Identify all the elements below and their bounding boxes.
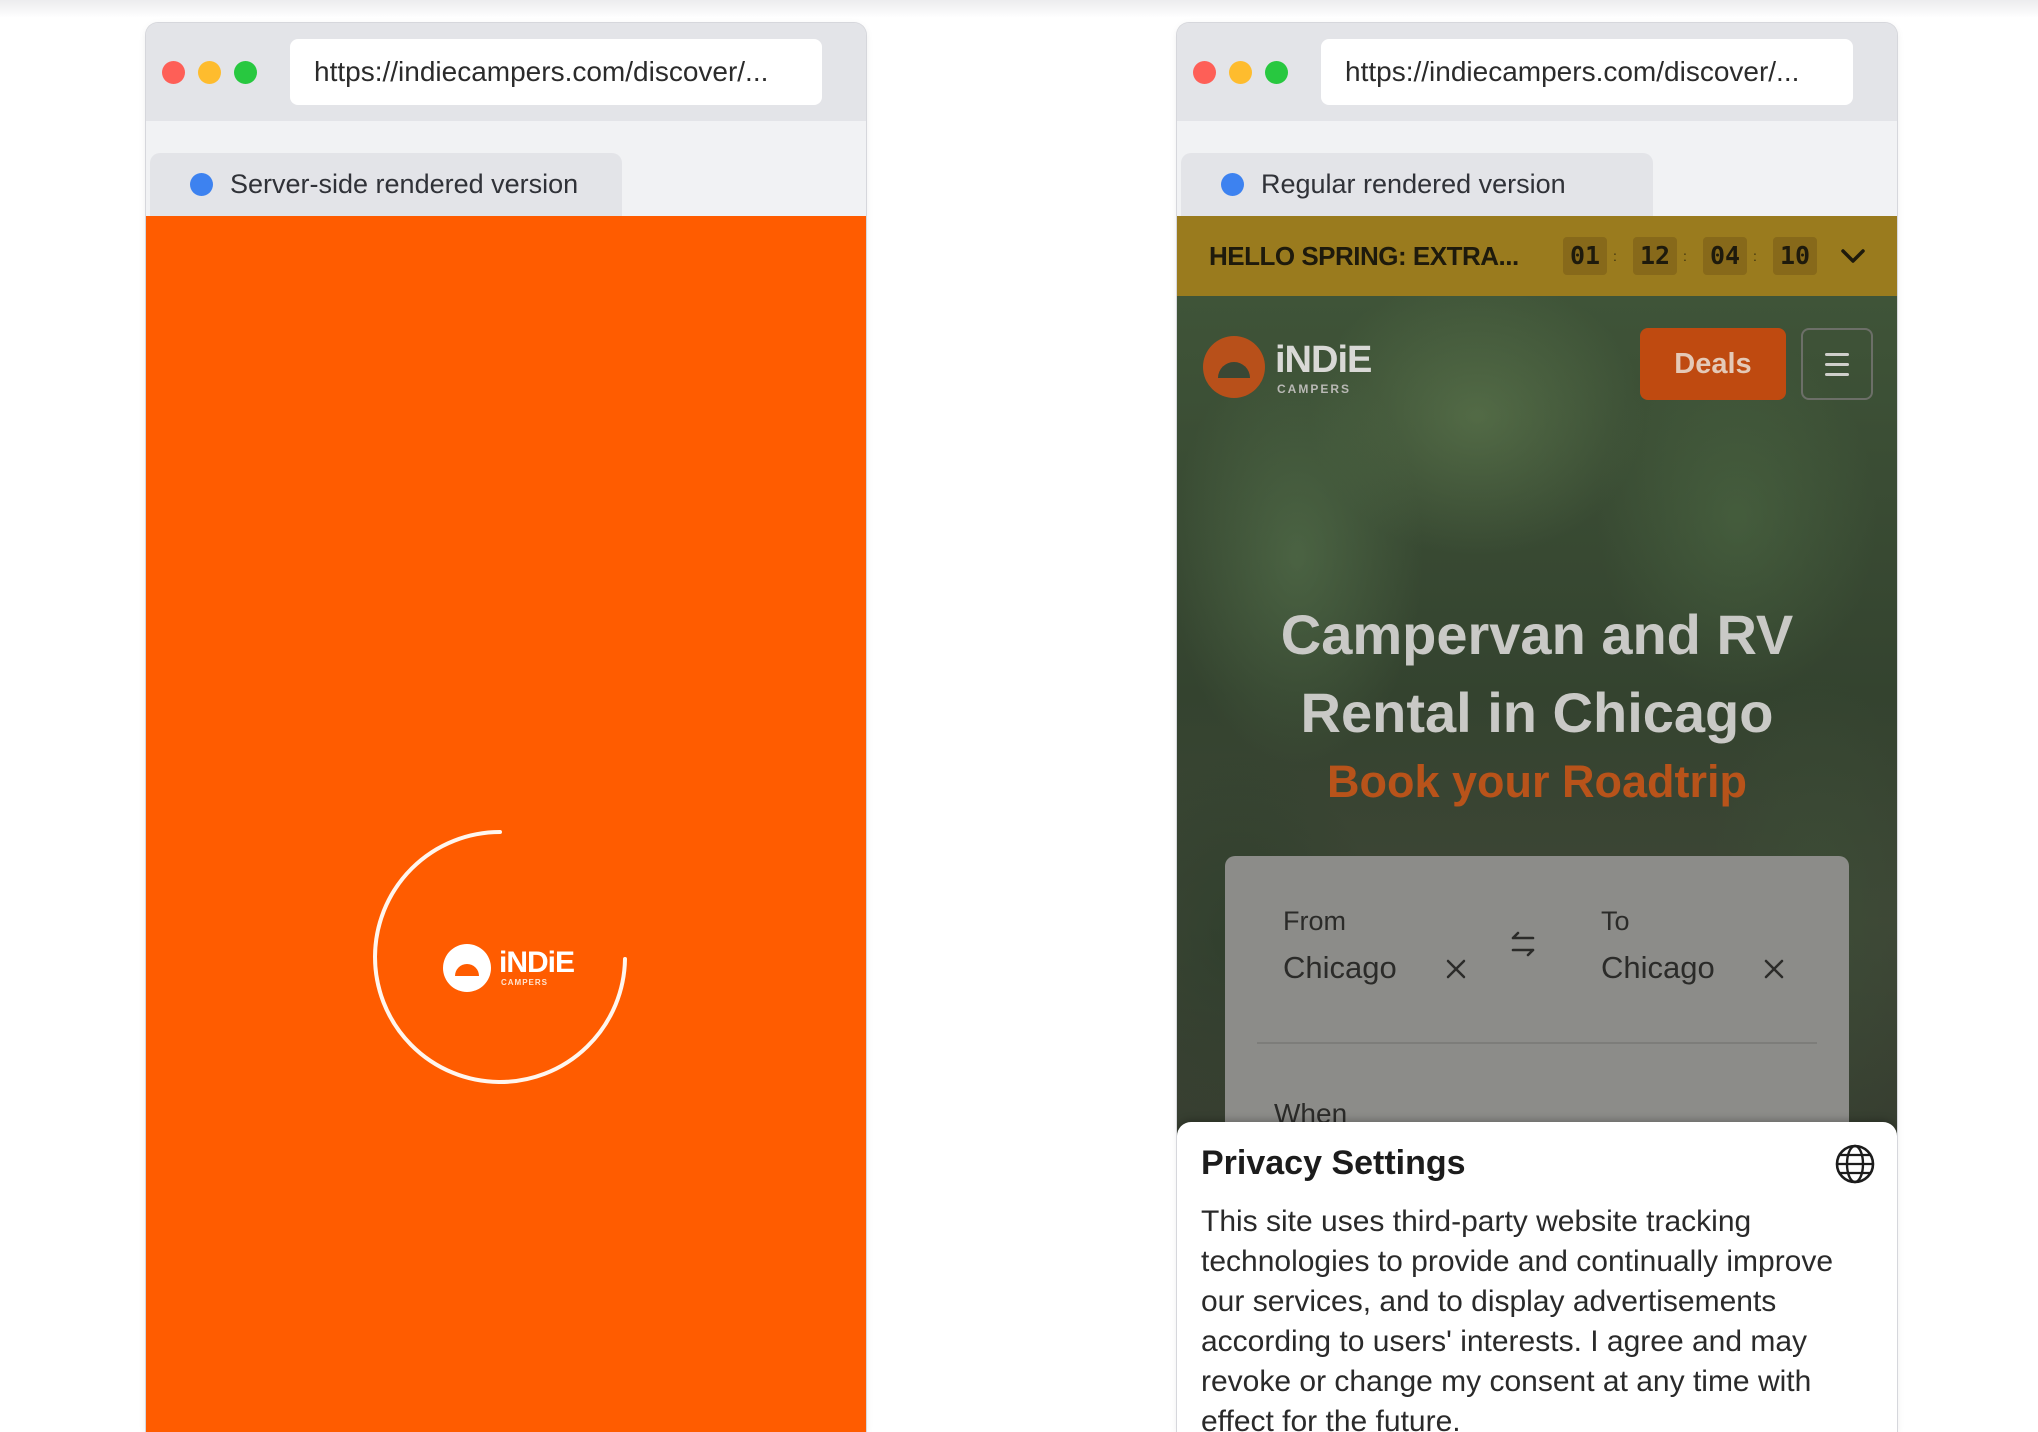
hero-title-line-1: Campervan and RV <box>1280 603 1794 666</box>
address-bar[interactable]: https://indiecampers.com/discover/... <box>290 39 822 105</box>
indie-logo-mark-icon <box>443 944 491 992</box>
page-viewport-ssr: iNDiE CAMPERS <box>146 216 866 1432</box>
clear-from-icon[interactable] <box>1443 956 1469 982</box>
hero-subtitle: Book your Roadtrip <box>1326 756 1747 807</box>
to-label: To <box>1601 906 1630 936</box>
promo-banner[interactable]: HELLO SPRING: EXTRA... 01 : 12 : 04 : 10 <box>1177 216 1897 296</box>
tab-label: Regular rendered version <box>1261 169 1566 199</box>
from-label: From <box>1283 906 1346 936</box>
from-input[interactable]: Chicago <box>1283 950 1397 986</box>
tab-ssr[interactable]: Server-side rendered version <box>150 153 622 216</box>
window-close-button[interactable] <box>162 61 185 84</box>
indie-logo-mark-icon <box>1203 336 1265 398</box>
search-divider <box>1257 1042 1817 1044</box>
timer-seconds: 10 <box>1773 237 1817 275</box>
privacy-title: Privacy Settings <box>1201 1144 1466 1182</box>
window-close-button[interactable] <box>1193 61 1216 84</box>
timer-separator: : <box>1613 248 1617 264</box>
promo-text: HELLO SPRING: EXTRA... <box>1209 241 1519 271</box>
window-maximize-button[interactable] <box>1265 61 1288 84</box>
tab-dot-icon <box>1221 173 1244 196</box>
tab-label: Server-side rendered version <box>230 169 579 199</box>
indie-logo-text: iNDiE <box>499 946 575 979</box>
tab-dot-icon <box>190 173 213 196</box>
privacy-body-text: This site uses third-party website track… <box>1201 1205 1834 1432</box>
deals-button[interactable]: Deals <box>1640 328 1786 400</box>
clear-to-icon[interactable] <box>1761 956 1787 982</box>
page-top-shade <box>0 0 2038 18</box>
menu-button[interactable] <box>1801 328 1873 400</box>
tab-strip: Server-side rendered version <box>146 121 866 216</box>
timer-hours: 12 <box>1633 237 1677 275</box>
window-minimize-button[interactable] <box>1229 61 1252 84</box>
tab-strip: Regular rendered version <box>1177 121 1897 216</box>
tab-regular[interactable]: Regular rendered version <box>1181 153 1653 216</box>
to-input[interactable]: Chicago <box>1601 950 1715 986</box>
browser-toolbar: https://indiecampers.com/discover/... <box>146 23 866 121</box>
globe-icon[interactable] <box>1833 1142 1877 1186</box>
window-maximize-button[interactable] <box>234 61 257 84</box>
window-minimize-button[interactable] <box>198 61 221 84</box>
browser-window-ssr: https://indiecampers.com/discover/... Se… <box>146 23 866 1432</box>
chevron-down-icon[interactable] <box>1835 238 1871 274</box>
hero-title-line-2: Rental in Chicago <box>1300 681 1774 744</box>
logo-subtext: CAMPERS <box>1277 382 1352 396</box>
browser-window-regular: https://indiecampers.com/discover/... Re… <box>1177 23 1897 1432</box>
timer-minutes: 04 <box>1703 237 1747 275</box>
indie-logo-subtext: CAMPERS <box>501 978 549 987</box>
address-bar[interactable]: https://indiecampers.com/discover/... <box>1321 39 1853 105</box>
swap-arrows-icon[interactable] <box>1505 926 1541 962</box>
browser-toolbar: https://indiecampers.com/discover/... <box>1177 23 1897 121</box>
timer-days: 01 <box>1563 237 1607 275</box>
timer-separator: : <box>1683 248 1687 264</box>
timer-separator: : <box>1753 248 1757 264</box>
logo-text: iNDiE <box>1275 339 1372 381</box>
site-logo[interactable] <box>1201 334 1267 405</box>
privacy-settings-panel: Privacy Settings This site uses third-pa… <box>1177 1122 1897 1432</box>
page-viewport-regular: HELLO SPRING: EXTRA... 01 : 12 : 04 : 10… <box>1177 216 1897 1432</box>
hero-title: Campervan and RV Rental in Chicago <box>1177 596 1897 752</box>
